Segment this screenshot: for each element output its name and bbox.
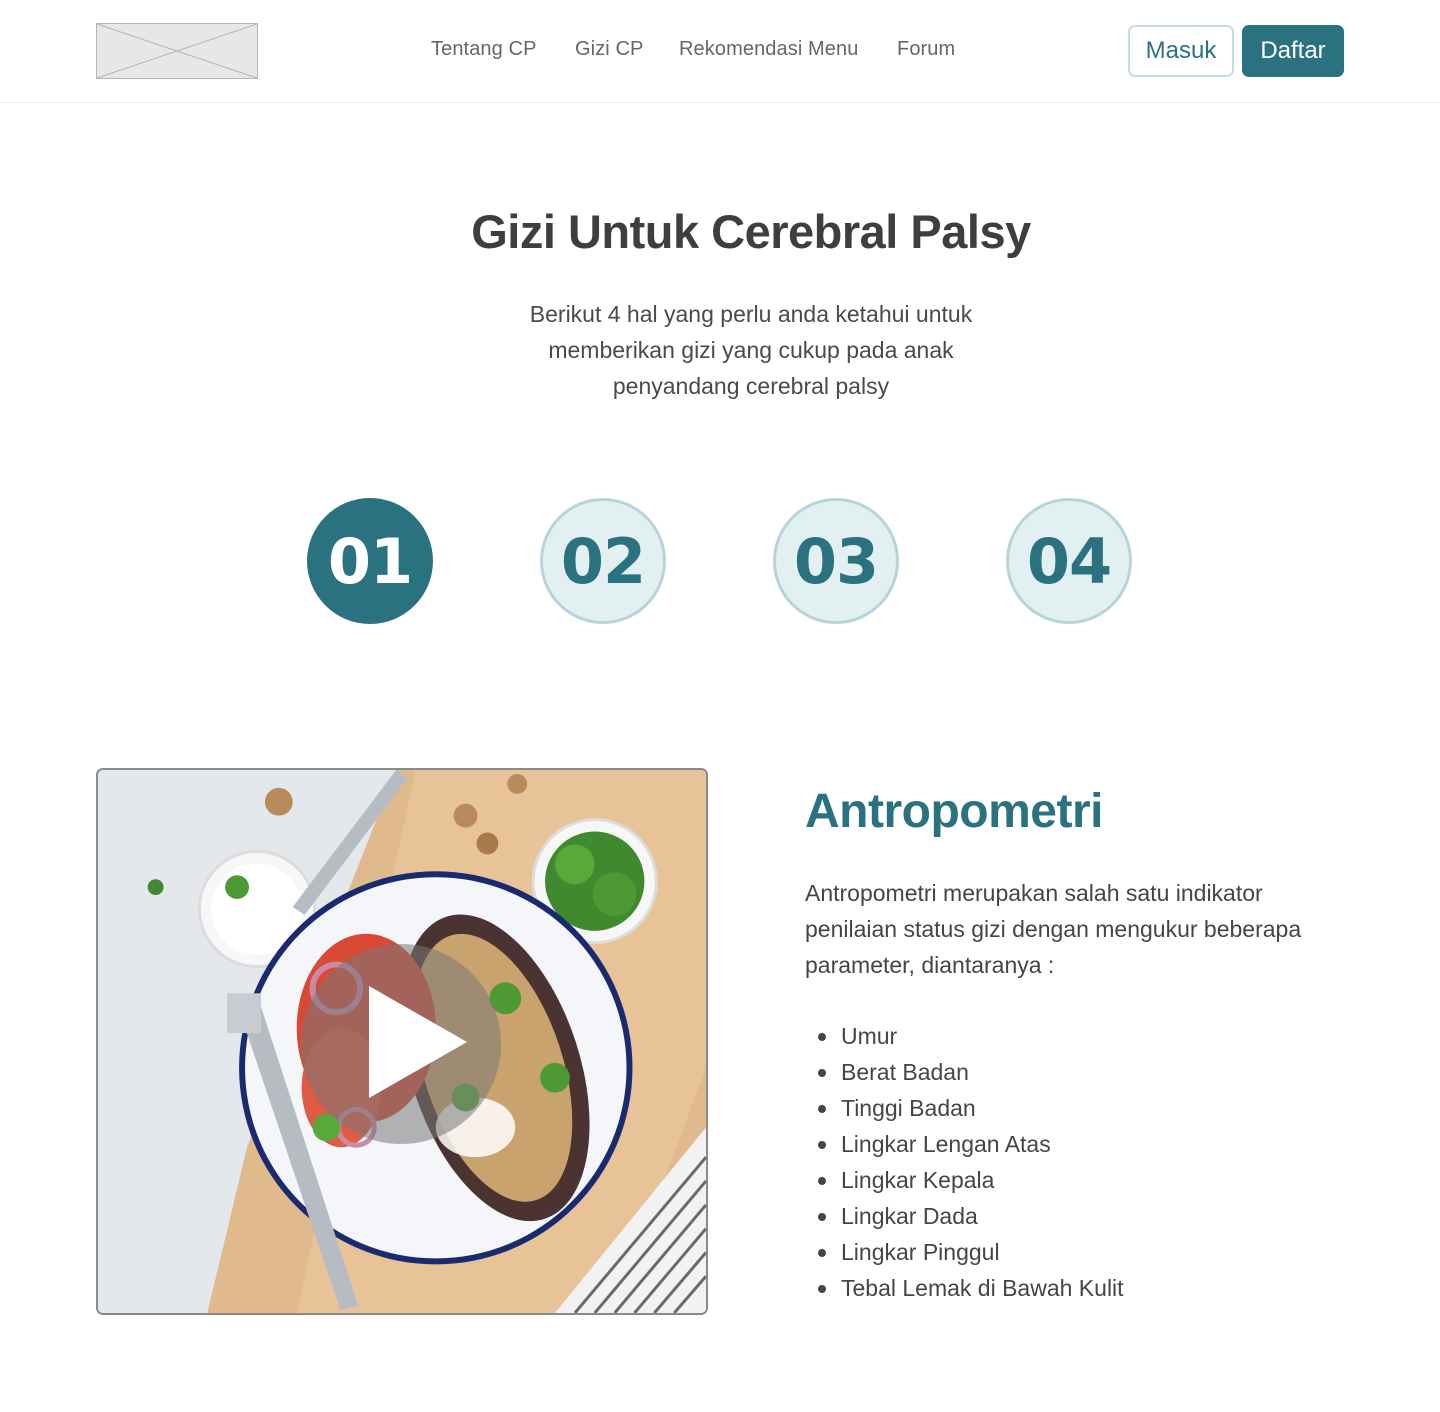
login-button[interactable]: Masuk <box>1128 25 1234 77</box>
bullet-icon <box>818 1033 826 1041</box>
parameter-list: Umur Berat Badan Tinggi Badan Lingkar Le… <box>805 1018 1124 1306</box>
bullet-icon <box>818 1285 826 1293</box>
step-02-button[interactable]: 02 <box>540 498 666 624</box>
bullet-icon <box>818 1177 826 1185</box>
nav-item-gizi-cp[interactable]: Gizi CP <box>575 38 643 61</box>
step-04-button[interactable]: 04 <box>1006 498 1132 624</box>
bullet-icon <box>818 1141 826 1149</box>
page-subtitle: Berikut 4 hal yang perlu anda ketahui un… <box>529 301 973 399</box>
bullet-icon <box>818 1105 826 1113</box>
list-item: Lingkar Kepala <box>805 1162 1124 1198</box>
nav-item-tentang-cp[interactable]: Tentang CP <box>431 38 537 61</box>
bullet-icon <box>818 1213 826 1221</box>
section-description: Antropometri merupakan salah satu indika… <box>805 880 1302 978</box>
list-item: Tebal Lemak di Bawah Kulit <box>805 1270 1124 1306</box>
play-icon <box>369 986 467 1098</box>
section-title: Antropometri <box>805 785 1103 838</box>
list-item: Lingkar Lengan Atas <box>805 1126 1124 1162</box>
list-item: Umur <box>805 1018 1124 1054</box>
step-01-button[interactable]: 01 <box>307 498 433 624</box>
page-title: Gizi Untuk Cerebral Palsy <box>471 205 1031 258</box>
nav-item-forum[interactable]: Forum <box>897 38 955 61</box>
list-item: Lingkar Pinggul <box>805 1234 1124 1270</box>
list-item: Berat Badan <box>805 1054 1124 1090</box>
register-button[interactable]: Daftar <box>1242 25 1344 77</box>
bullet-icon <box>818 1249 826 1257</box>
nav-item-rekomendasi-menu[interactable]: Rekomendasi Menu <box>679 38 858 61</box>
step-03-button[interactable]: 03 <box>773 498 899 624</box>
list-item: Tinggi Badan <box>805 1090 1124 1126</box>
list-item: Lingkar Dada <box>805 1198 1124 1234</box>
bullet-icon <box>818 1069 826 1077</box>
site-header: Tentang CP Gizi CP Rekomendasi Menu Foru… <box>0 0 1440 103</box>
